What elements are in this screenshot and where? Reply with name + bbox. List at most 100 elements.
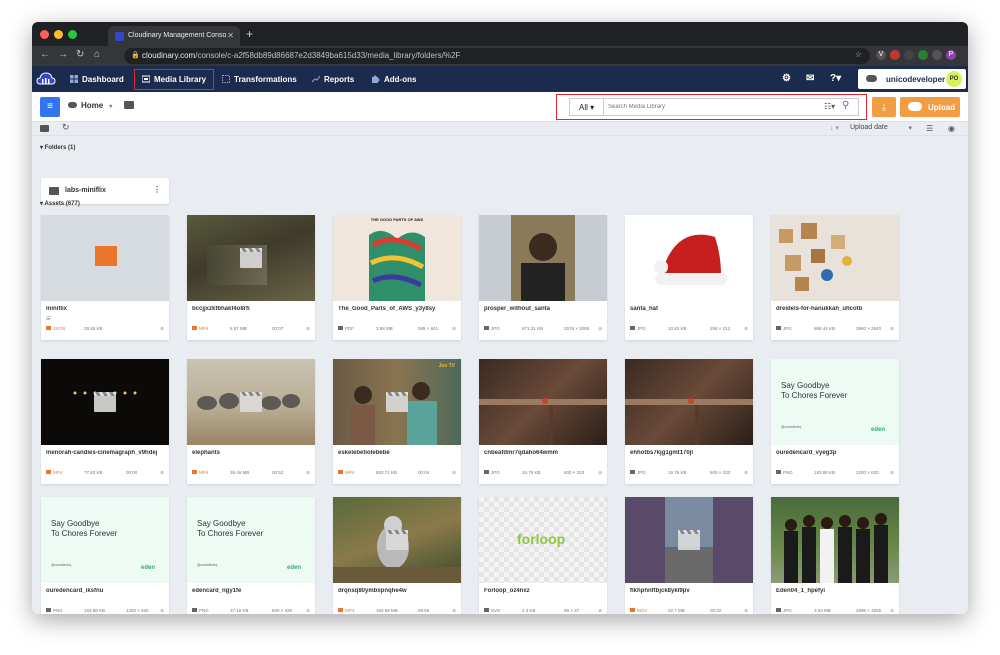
notifications-icon[interactable]: ✉ <box>806 73 814 84</box>
asset-link-icon[interactable]: ⊘ <box>744 470 748 476</box>
asset-card[interactable]: miniflix ☰ JSON 28.55 KB ⊘ <box>41 215 169 340</box>
asset-card[interactable]: menorah-candles-cinemagraph_v9hdej MP4 77… <box>41 359 169 484</box>
nav-transformations[interactable]: Transformations <box>222 66 297 92</box>
asset-card[interactable]: santa_hat JPG 10.82 KB 258 × 212 ⊘ <box>625 215 753 340</box>
extension-shield-icon[interactable] <box>904 50 914 60</box>
asset-link-icon[interactable]: ⊘ <box>452 608 456 614</box>
search-icon[interactable]: ⚲ <box>842 100 849 111</box>
asset-link-icon[interactable]: ⊘ <box>744 326 748 332</box>
close-window-icon[interactable] <box>40 30 49 39</box>
asset-name: menorah-candles-cinemagraph_v9hdej <box>46 450 158 456</box>
asset-meta: MP4 39.46 MB 00:52 ⊘ <box>192 470 310 478</box>
asset-link-icon[interactable]: ⊘ <box>452 470 456 476</box>
new-tab-icon[interactable]: + <box>246 27 253 41</box>
asset-card[interactable]: drqnsq80ymbiipnqhe4w MP4 150.69 MB 09:56 ⊘ <box>333 497 461 614</box>
asset-thumbnail <box>41 215 169 301</box>
asset-card[interactable]: Say Goodbye To Chores Forever @ouredenhq … <box>41 497 169 614</box>
home-icon[interactable]: ⌂ <box>94 49 100 60</box>
asset-card[interactable]: forloop Forloop_oz4nxz SVG 2.3 KB 99 × 37 ⊘ <box>479 497 607 614</box>
nav-dashboard[interactable]: Dashboard <box>70 66 124 92</box>
search-input[interactable] <box>608 101 808 113</box>
preview-eye-icon[interactable]: ◉ <box>948 124 955 133</box>
asset-link-icon[interactable]: ⊘ <box>890 326 894 332</box>
asset-link-icon[interactable]: ⊘ <box>160 470 164 476</box>
list-view-icon[interactable]: ☰ <box>926 124 933 133</box>
maximize-window-icon[interactable] <box>68 30 77 39</box>
asset-name: cnbeafdmr7qdaho64wmm <box>484 450 559 456</box>
browser-window: Cloudinary Management Conso ✕ + ← → ↻ ⌂ … <box>32 22 968 614</box>
back-icon[interactable]: ← <box>40 49 50 60</box>
nav-addons[interactable]: Add-ons <box>372 66 416 92</box>
sort-direction-icon[interactable]: ↓ ▾ <box>830 124 839 132</box>
search-scope-select[interactable]: All ▾ <box>570 99 604 115</box>
folders-header[interactable]: ▾ Folders (1) <box>40 144 75 151</box>
asset-link-icon[interactable]: ⊘ <box>306 608 310 614</box>
help-icon[interactable]: ?▾ <box>830 73 841 84</box>
restaurant-image <box>625 398 753 445</box>
menu-hamburger-icon[interactable]: ≡ <box>40 97 60 117</box>
extension-grey-icon[interactable] <box>932 50 942 60</box>
asset-card[interactable]: prosper_without_santa JPG 871.31 KB 2576 ×… <box>479 215 607 340</box>
reload-icon[interactable]: ↻ <box>76 49 84 60</box>
asset-meta: PNG 37.16 KB 800 × 420 ⊘ <box>192 608 310 614</box>
file-type-icon <box>630 470 635 474</box>
asset-card[interactable]: dreidels-for-hanukkah_uhcotb JPG 868.44 K… <box>771 215 899 340</box>
asset-thumbnail <box>625 215 753 301</box>
upload-label: Upload <box>928 103 956 112</box>
asset-link-icon[interactable]: ⊘ <box>306 326 310 332</box>
url-path: /console/c-a2f58db89d86687e2d3849ba615d3… <box>195 51 461 60</box>
asset-card[interactable]: flkhphnftbjck8ykl9pv MOV 22.7 MB 00:32 ⊘ <box>625 497 753 614</box>
asset-link-icon[interactable]: ⊘ <box>598 326 602 332</box>
assets-header[interactable]: ▾ Assets (677) <box>40 200 80 207</box>
asset-card[interactable]: Eden04_1_hpefyi JPG 3.93 MB 4896 × 3265 ⊘ <box>771 497 899 614</box>
home-folder-selector[interactable]: Home ▾ <box>68 101 135 110</box>
minimize-window-icon[interactable] <box>54 30 63 39</box>
asset-name: prosper_without_santa <box>484 306 551 312</box>
asset-card[interactable]: bccjjxzkfbhakf4o8rfi MP4 5.97 MB 00:07 ⊘ <box>187 215 315 340</box>
asset-link-icon[interactable]: ⊘ <box>306 470 310 476</box>
profile-avatar-icon[interactable]: P <box>946 50 956 60</box>
asset-name: santa_hat <box>630 306 659 312</box>
extension-green-icon[interactable] <box>918 50 928 60</box>
upload-button[interactable]: Upload <box>900 97 960 117</box>
asset-link-icon[interactable]: ⊘ <box>598 608 602 614</box>
url-field[interactable]: 🔒 cloudinary.com/console/c-a2f58db89d866… <box>124 48 870 64</box>
user-account-menu[interactable]: unicodeveloper PO <box>858 69 966 89</box>
asset-card[interactable]: elephants MP4 39.46 MB 00:52 ⊘ <box>187 359 315 484</box>
asset-card[interactable]: THE GOOD PARTS OF AWS The_Good_Parts_of_… <box>333 215 461 340</box>
folder-view-icon[interactable] <box>40 125 49 132</box>
bookmark-star-icon[interactable]: ☆ <box>855 50 862 59</box>
new-folder-icon[interactable] <box>124 101 135 109</box>
file-type-icon <box>776 326 781 330</box>
file-type-icon <box>484 608 489 612</box>
asset-link-icon[interactable]: ⊘ <box>890 608 894 614</box>
extension-v-icon[interactable]: V <box>876 50 886 60</box>
pdf-cover-title: THE GOOD PARTS OF AWS <box>370 217 424 222</box>
sort-select[interactable]: Upload date ▾ <box>850 124 916 132</box>
asset-link-icon[interactable]: ⊘ <box>744 608 748 614</box>
asset-thumbnail <box>187 215 315 301</box>
browser-tab[interactable]: Cloudinary Management Conso ✕ <box>108 26 240 46</box>
asset-link-icon[interactable]: ⊘ <box>890 470 894 476</box>
more-options-icon[interactable]: ⋮ <box>153 185 161 194</box>
forward-icon[interactable]: → <box>58 49 68 60</box>
asset-card[interactable]: Say Goodbye To Chores Forever @ouredenhq … <box>771 359 899 484</box>
asset-link-icon[interactable]: ⊘ <box>160 608 164 614</box>
media-toolbar: ≡ Home ▾ All ▾ ☷▾ ⚲ ⤓ Upload <box>32 92 968 122</box>
asset-link-icon[interactable]: ⊘ <box>160 326 164 332</box>
refresh-icon[interactable]: ↻ <box>62 122 70 133</box>
cloudinary-logo-icon[interactable] <box>36 71 56 87</box>
close-tab-icon[interactable]: ✕ <box>227 31 234 40</box>
extension-red-icon[interactable] <box>890 50 900 60</box>
settings-gear-icon[interactable]: ⚙ <box>782 73 791 84</box>
nav-reports[interactable]: Reports <box>312 66 354 92</box>
media-content: ▾ Folders (1) labs-miniflix ⋮ ▾ Assets (… <box>32 142 968 614</box>
filter-sliders-icon[interactable]: ☷▾ <box>824 102 835 111</box>
asset-card[interactable]: ehhotbs7kjg1gmt170jl JPG 16.76 KB 500 × 33… <box>625 359 753 484</box>
asset-card[interactable]: Jos TV eskelebetiolebebe MP4 883.71 KB 00:… <box>333 359 461 484</box>
download-icon[interactable]: ⤓ <box>872 97 896 117</box>
asset-card[interactable]: Say Goodbye To Chores Forever @ouredenhq … <box>187 497 315 614</box>
asset-link-icon[interactable]: ⊘ <box>452 326 456 332</box>
asset-card[interactable]: cnbeafdmr7qdaho64wmm JPG 16.76 KB 500 × 33… <box>479 359 607 484</box>
asset-link-icon[interactable]: ⊘ <box>598 470 602 476</box>
